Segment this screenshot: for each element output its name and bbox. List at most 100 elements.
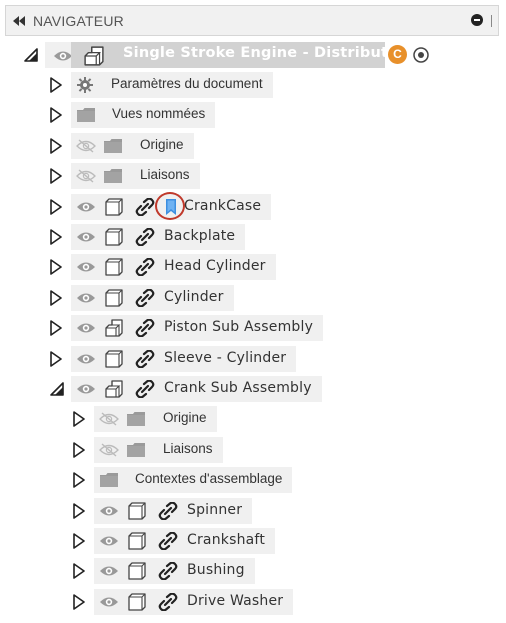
- component-icon: [128, 562, 146, 580]
- tree-row-label[interactable]: Origine: [163, 410, 207, 425]
- tree-row-label[interactable]: Backplate: [164, 228, 235, 244]
- tree-row[interactable]: Crank Sub Assembly: [5, 376, 405, 402]
- link-icon: [135, 350, 155, 368]
- eye-icon[interactable]: [76, 230, 96, 244]
- link-icon: [158, 502, 178, 520]
- folder-icon: [103, 168, 123, 184]
- tree-row-label[interactable]: Liaisons: [163, 441, 213, 456]
- eye-icon[interactable]: [76, 382, 96, 396]
- collapse-triangle-icon[interactable]: [49, 351, 63, 367]
- eye-hidden-icon[interactable]: [99, 443, 119, 457]
- tree-row[interactable]: Origine: [5, 133, 405, 159]
- tree-row[interactable]: Liaisons: [5, 437, 405, 463]
- component-icon: [105, 258, 123, 276]
- collapse-triangle-icon[interactable]: [72, 503, 86, 519]
- tree-row-label[interactable]: Paramètres du document: [111, 76, 263, 91]
- component-icon: [105, 350, 123, 368]
- eye-icon[interactable]: [99, 564, 119, 578]
- gear-icon: [77, 77, 93, 93]
- eye-icon[interactable]: [53, 49, 73, 63]
- tree-row[interactable]: Drive Washer: [5, 589, 405, 615]
- eye-icon[interactable]: [76, 260, 96, 274]
- tree-row-label[interactable]: Head Cylinder: [164, 258, 266, 274]
- badge-c-icon[interactable]: C: [388, 45, 407, 64]
- component-icon: [128, 593, 146, 611]
- collapse-triangle-icon[interactable]: [72, 442, 86, 458]
- tree-row-label[interactable]: Bushing: [187, 562, 245, 578]
- component-icon: [105, 198, 123, 216]
- eye-icon[interactable]: [99, 534, 119, 548]
- tree-row-label[interactable]: Piston Sub Assembly: [164, 319, 313, 335]
- tree-row[interactable]: Bushing: [5, 558, 405, 584]
- tree-row[interactable]: Origine: [5, 406, 405, 432]
- tree-row[interactable]: Piston Sub Assembly: [5, 315, 405, 341]
- collapse-triangle-icon[interactable]: [72, 411, 86, 427]
- collapse-triangle-icon[interactable]: [72, 533, 86, 549]
- eye-hidden-icon[interactable]: [99, 412, 119, 426]
- highlight-circle: [155, 192, 185, 220]
- link-icon: [135, 198, 155, 216]
- navigator-header: NAVIGATEUR: [5, 5, 499, 36]
- collapse-triangle-icon[interactable]: [49, 199, 63, 215]
- tree-row[interactable]: Vues nommées: [5, 102, 405, 128]
- collapse-triangle-icon[interactable]: [49, 259, 63, 275]
- tree-row[interactable]: Paramètres du document: [5, 72, 405, 98]
- folder-icon: [76, 107, 96, 123]
- tree-row[interactable]: Cylinder: [5, 285, 405, 311]
- link-icon: [135, 258, 155, 276]
- collapse-triangle-icon[interactable]: [72, 472, 86, 488]
- collapse-triangle-icon[interactable]: [49, 107, 63, 123]
- link-icon: [135, 228, 155, 246]
- collapse-triangle-icon[interactable]: [49, 320, 63, 336]
- tree-row-label[interactable]: Drive Washer: [187, 593, 283, 609]
- tree-row-label[interactable]: Liaisons: [140, 167, 190, 182]
- tree-row-label[interactable]: Contextes d'assemblage: [135, 471, 282, 486]
- tree-row[interactable]: Backplate: [5, 224, 405, 250]
- eye-icon[interactable]: [76, 321, 96, 335]
- tree-row[interactable]: Crankshaft: [5, 528, 405, 554]
- tree-row[interactable]: Head Cylinder: [5, 254, 405, 280]
- collapse-triangle-icon[interactable]: [49, 229, 63, 245]
- activate-radio-icon[interactable]: [412, 46, 430, 64]
- eye-icon[interactable]: [76, 352, 96, 366]
- component-icon: [128, 532, 146, 550]
- root-label[interactable]: Single Stroke Engine - Distributed: [123, 45, 409, 61]
- folder-icon: [99, 472, 119, 488]
- folder-icon: [126, 442, 146, 458]
- assembly-icon: [105, 319, 123, 337]
- eye-hidden-icon[interactable]: [76, 139, 96, 153]
- tree-row-label[interactable]: Vues nommées: [112, 106, 205, 121]
- tree-row-label[interactable]: Crankshaft: [187, 532, 265, 548]
- tree-row[interactable]: CrankCase: [5, 192, 405, 220]
- tree-row-label[interactable]: Spinner: [187, 502, 242, 518]
- component-icon: [105, 228, 123, 246]
- minimize-panel-button[interactable]: [471, 14, 483, 26]
- collapse-panel-icon[interactable]: [12, 15, 26, 27]
- eye-icon[interactable]: [76, 200, 96, 214]
- folder-icon: [103, 138, 123, 154]
- eye-icon[interactable]: [99, 595, 119, 609]
- tree-row-label[interactable]: Sleeve - Cylinder: [164, 350, 286, 366]
- collapse-triangle-icon[interactable]: [49, 290, 63, 306]
- collapse-triangle-icon[interactable]: [49, 168, 63, 184]
- collapse-triangle-icon[interactable]: [72, 594, 86, 610]
- tree-root-row[interactable]: Single Stroke Engine - Distributed C: [5, 42, 445, 68]
- eye-hidden-icon[interactable]: [76, 169, 96, 183]
- eye-icon[interactable]: [99, 504, 119, 518]
- tree-row-label[interactable]: Origine: [140, 137, 184, 152]
- collapse-triangle-icon[interactable]: [49, 138, 63, 154]
- eye-icon[interactable]: [76, 291, 96, 305]
- tree-row[interactable]: Sleeve - Cylinder: [5, 346, 405, 372]
- tree-row-label[interactable]: CrankCase: [184, 198, 261, 214]
- tree-row[interactable]: Spinner: [5, 498, 405, 524]
- expand-triangle-icon[interactable]: [49, 381, 65, 397]
- tree-row-label[interactable]: Cylinder: [164, 289, 224, 305]
- tree-row-label[interactable]: Crank Sub Assembly: [164, 380, 312, 396]
- collapse-triangle-icon[interactable]: [49, 77, 63, 93]
- collapse-triangle-icon[interactable]: [72, 563, 86, 579]
- tree-row[interactable]: Contextes d'assemblage: [5, 467, 405, 493]
- panel-title: NAVIGATEUR: [33, 13, 124, 29]
- expand-triangle-icon[interactable]: [23, 47, 39, 63]
- panel-resize-grip[interactable]: [491, 15, 492, 27]
- tree-row[interactable]: Liaisons: [5, 163, 405, 189]
